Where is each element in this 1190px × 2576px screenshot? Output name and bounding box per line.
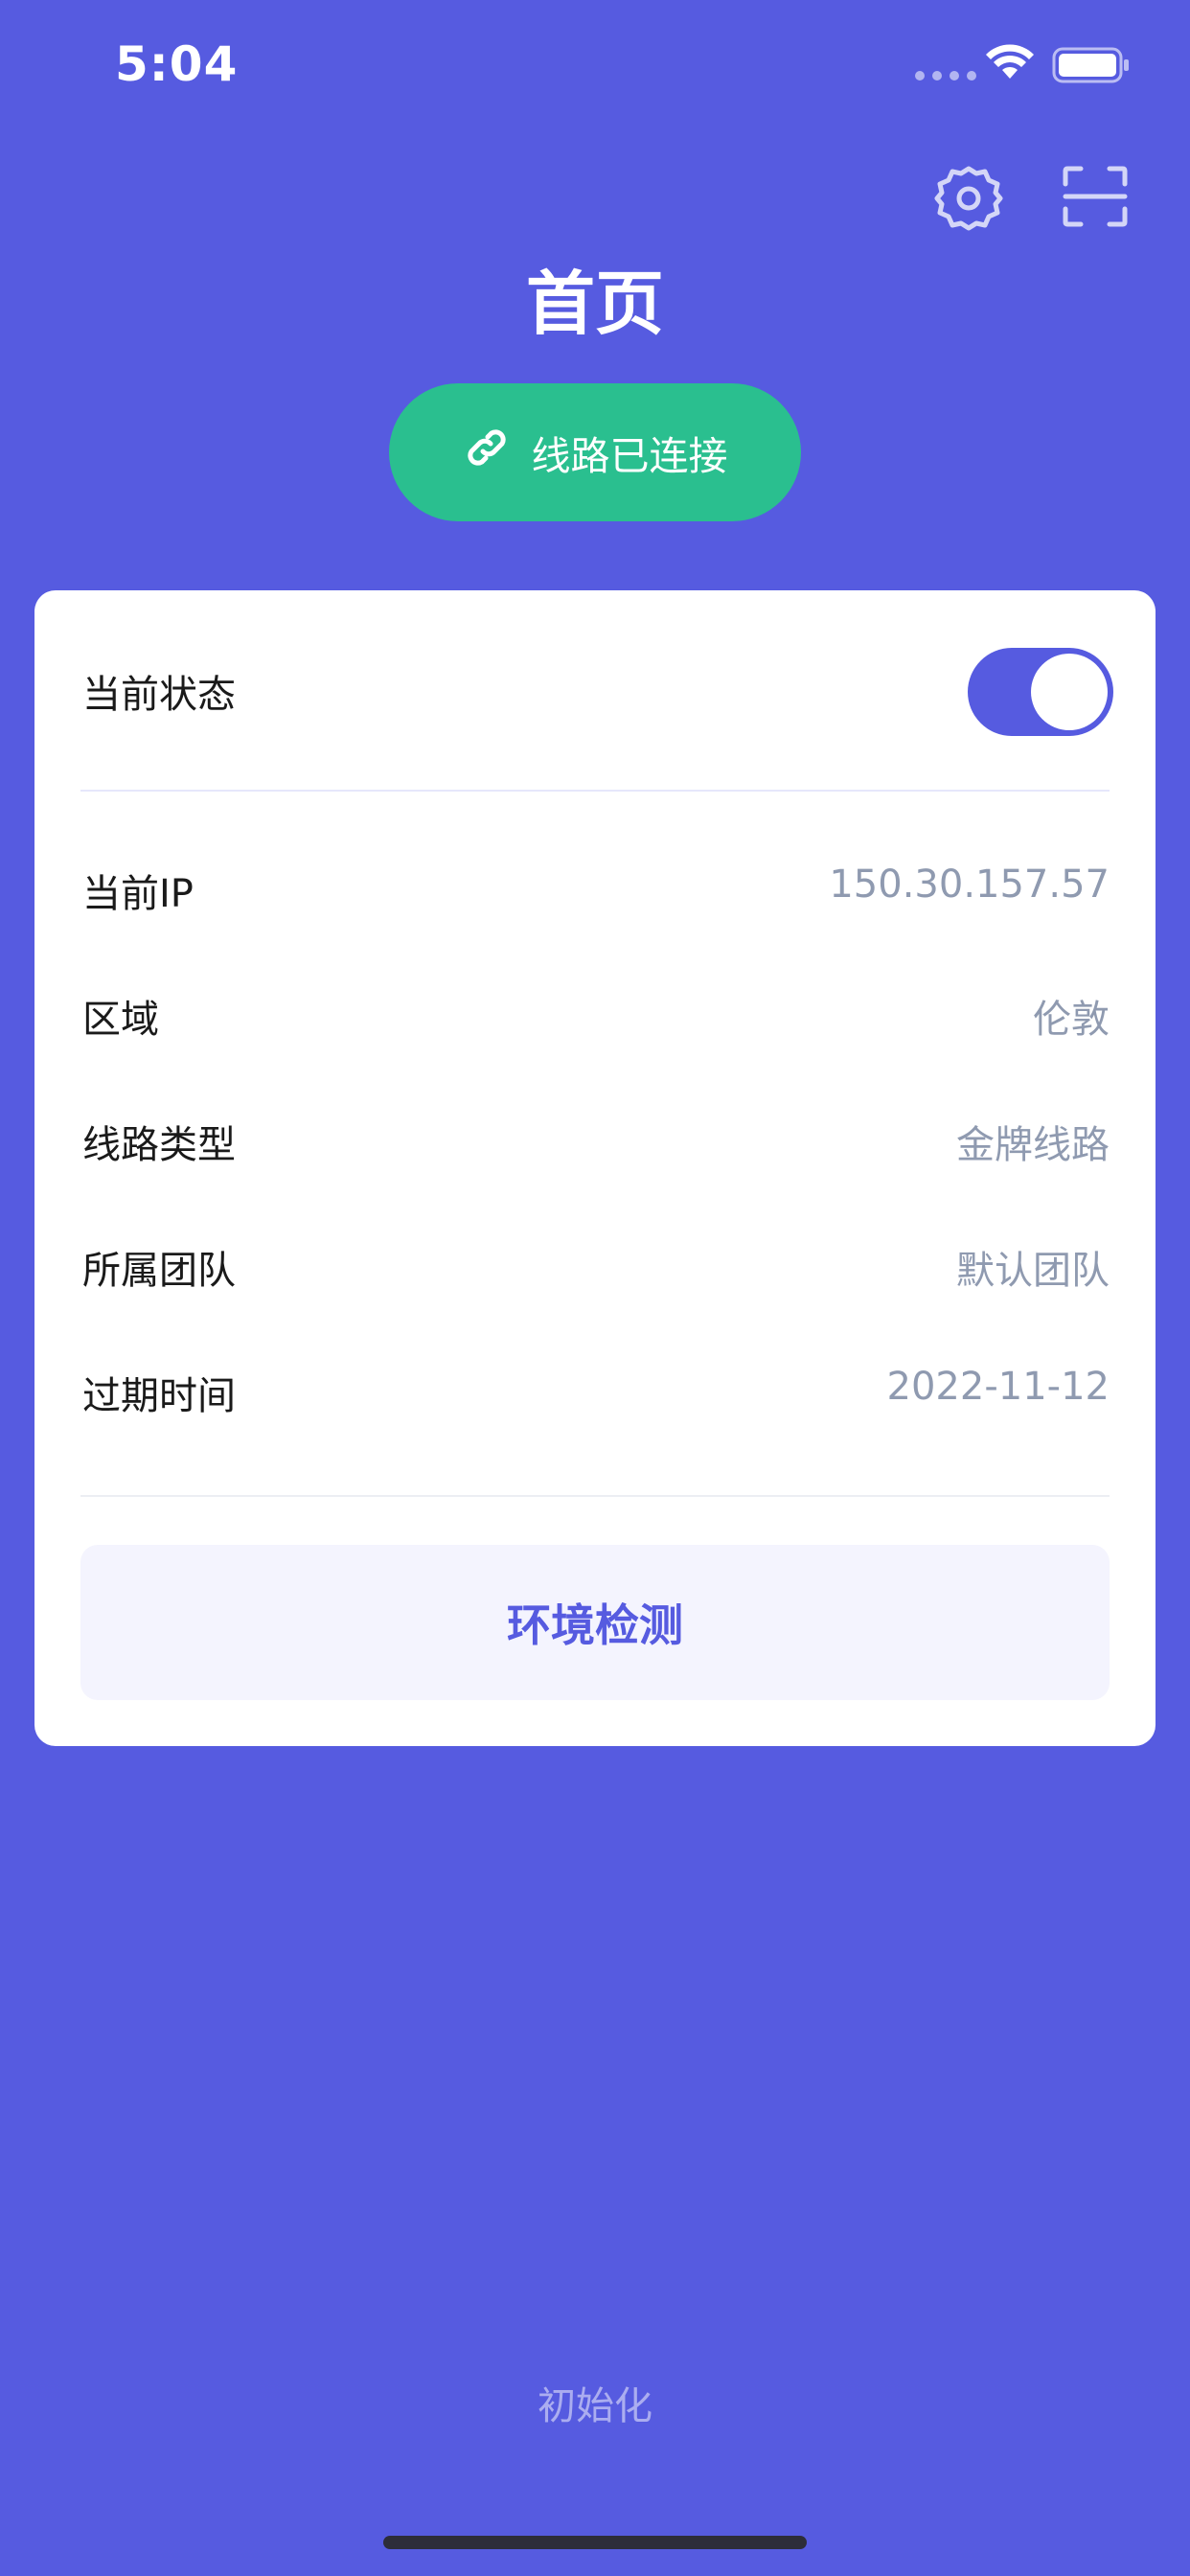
- connection-status-button[interactable]: 线路已连接: [389, 383, 801, 521]
- expiry-value: 2022-11-12: [886, 1365, 1110, 1409]
- status-card: 当前状态 当前IP 150.30.157.57 区域 伦敦 线路类型 金牌线路 …: [34, 590, 1156, 1746]
- expiry-label: 过期时间: [82, 1374, 236, 1418]
- battery-icon: [1052, 46, 1131, 88]
- divider: [80, 790, 1110, 792]
- page-title: 首页: [525, 264, 664, 344]
- status-time: 5:04: [115, 36, 239, 92]
- wifi-icon: [985, 44, 1035, 86]
- divider: [80, 1495, 1110, 1497]
- line-type-value: 金牌线路: [956, 1123, 1110, 1167]
- environment-check-button[interactable]: 环境检测: [80, 1545, 1110, 1700]
- initialize-link[interactable]: 初始化: [0, 2375, 1190, 2430]
- connection-status-label: 线路已连接: [531, 433, 728, 479]
- toggle-knob: [1031, 654, 1108, 730]
- ip-label: 当前IP: [82, 872, 194, 916]
- status-toggle[interactable]: [968, 648, 1113, 736]
- region-label: 区域: [82, 998, 159, 1042]
- home-indicator[interactable]: [383, 2536, 807, 2549]
- scan-icon[interactable]: [1062, 165, 1129, 232]
- team-value: 默认团队: [956, 1249, 1110, 1293]
- gear-icon[interactable]: [933, 163, 1004, 238]
- line-type-label: 线路类型: [82, 1123, 236, 1167]
- region-value: 伦敦: [1033, 998, 1110, 1042]
- cellular-signal-icon: [915, 71, 976, 80]
- link-icon: [463, 424, 511, 481]
- current-status-label: 当前状态: [82, 673, 236, 717]
- ip-value: 150.30.157.57: [829, 862, 1110, 907]
- team-label: 所属团队: [82, 1249, 236, 1293]
